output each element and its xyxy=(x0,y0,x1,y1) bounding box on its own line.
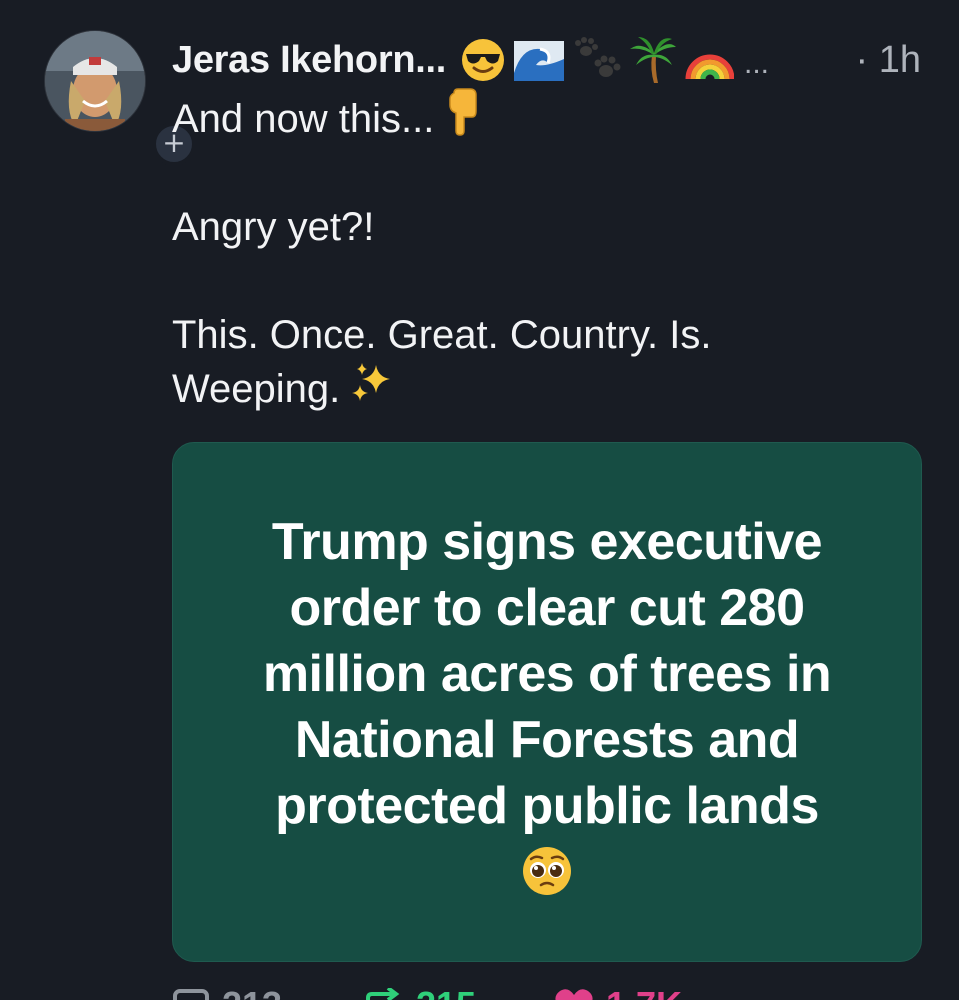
post-text-line: Weeping. xyxy=(172,367,341,411)
post-text-line: Angry yet?! xyxy=(172,205,375,249)
smiling-face-with-sunglasses-icon xyxy=(462,39,505,81)
water-wave-icon xyxy=(514,41,565,81)
shared-image-card[interactable]: Trump signs executive order to clear cut… xyxy=(172,442,922,962)
like-button[interactable]: 1.7K xyxy=(554,984,682,1000)
avatar-container[interactable]: + xyxy=(44,30,196,166)
avatar-photo-icon xyxy=(45,31,145,131)
reply-button[interactable]: 213 xyxy=(172,984,282,1000)
paw-prints-icon xyxy=(575,37,621,77)
heart-icon xyxy=(555,989,593,1000)
reply-icon xyxy=(173,989,209,1000)
repost-button[interactable]: 215 xyxy=(364,984,476,1000)
backhand-index-pointing-down-icon xyxy=(444,87,482,151)
post-line-2: Angry yet?! xyxy=(172,200,912,254)
post-text-line: This. Once. Great. Country. Is. xyxy=(172,313,712,357)
emoji-overflow: ... xyxy=(744,47,770,80)
pleading-face-icon xyxy=(521,845,573,902)
post-text-line: And now this... xyxy=(172,97,435,141)
post-line-4: Weeping. xyxy=(172,362,912,416)
action-bar: 213 215 1.7K xyxy=(172,984,912,1000)
rainbow-icon xyxy=(685,54,735,80)
post-timestamp[interactable]: · 1h xyxy=(856,39,921,82)
reply-count: 213 xyxy=(222,984,282,1000)
repost-icon xyxy=(366,988,400,1000)
repost-count: 215 xyxy=(416,984,476,1000)
avatar[interactable] xyxy=(44,30,146,132)
post-header: Jeras Ikehorn... ... · 1h xyxy=(172,32,921,88)
post-line-1: And now this... xyxy=(172,88,912,146)
post-line-3: This. Once. Great. Country. Is. xyxy=(172,308,912,362)
author-name[interactable]: Jeras Ikehorn... xyxy=(172,39,446,82)
post: + Jeras Ikehorn... ... · 1h And now this… xyxy=(0,0,959,1000)
palm-tree-icon xyxy=(630,37,677,83)
like-count: 1.7K xyxy=(606,984,682,1000)
sparkles-icon xyxy=(350,359,396,419)
card-headline: Trump signs executive order to clear cut… xyxy=(262,513,832,835)
post-body: And now this... Angry yet?! This. Once. … xyxy=(172,88,912,416)
author-emoji-row: ... xyxy=(460,35,769,85)
